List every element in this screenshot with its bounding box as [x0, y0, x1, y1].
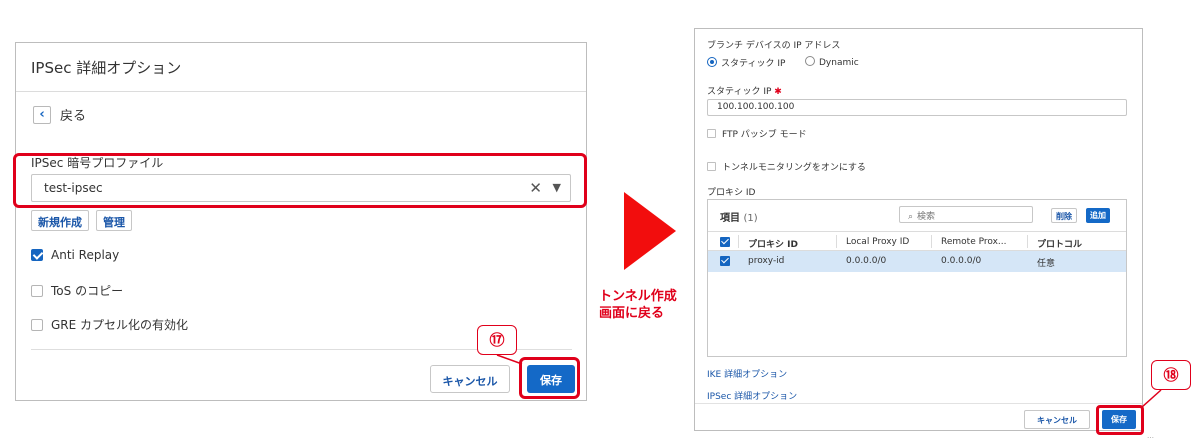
- callout-pointers: [496, 354, 1162, 408]
- screenshot-stage: IPSec 詳細オプション ‹ 戻る IPSec 暗号プロファイル test-i…: [0, 0, 1195, 439]
- callout-17-pointer: [496, 354, 523, 365]
- callout-18-pointer: [1141, 389, 1162, 408]
- ellipsis-mark: …: [1147, 432, 1154, 439]
